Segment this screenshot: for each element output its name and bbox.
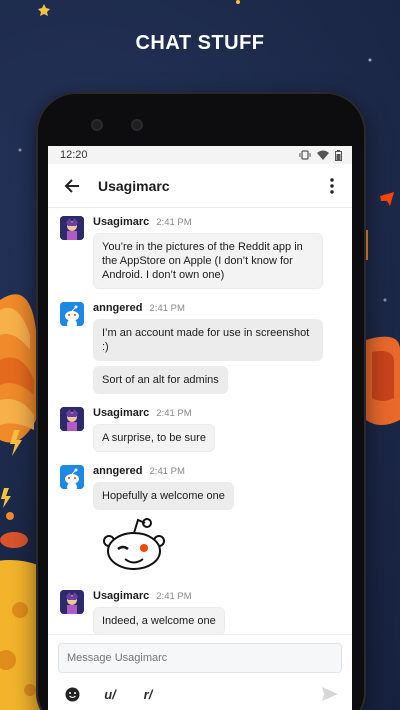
status-icons bbox=[299, 149, 342, 161]
back-arrow-icon bbox=[64, 178, 79, 193]
vibrate-icon bbox=[299, 150, 311, 160]
wifi-icon bbox=[317, 150, 329, 160]
front-camera-icon bbox=[91, 119, 103, 131]
message-list: Usagimarc 2:41 PM You’re in the pictures… bbox=[48, 208, 352, 640]
message-input[interactable] bbox=[58, 643, 342, 673]
message-author[interactable]: Usagimarc bbox=[93, 590, 149, 602]
emoji-icon bbox=[65, 687, 79, 701]
message-bubble: A surprise, to be sure bbox=[93, 424, 215, 452]
usagimarc-avatar-icon bbox=[60, 590, 84, 614]
avatar[interactable] bbox=[60, 302, 84, 326]
status-bar: 12:20 bbox=[48, 146, 352, 164]
message-group: Usagimarc 2:41 PM A surprise, to be sure bbox=[60, 407, 340, 457]
message-time: 2:41 PM bbox=[156, 217, 192, 228]
message-author[interactable]: Usagimarc bbox=[93, 407, 149, 419]
snoo-wink-sticker-icon bbox=[103, 518, 165, 570]
message-author[interactable]: anngered bbox=[93, 465, 143, 477]
message-author[interactable]: Usagimarc bbox=[93, 216, 149, 228]
message-composer: u/ r/ bbox=[48, 634, 352, 710]
subreddit-mention-button[interactable]: r/ bbox=[134, 683, 162, 705]
chat-title: Usagimarc bbox=[98, 177, 170, 194]
promo-headline: CHAT STUFF bbox=[135, 32, 265, 54]
battery-icon bbox=[335, 149, 342, 161]
more-vert-icon bbox=[330, 177, 334, 194]
usagimarc-avatar-icon bbox=[60, 407, 84, 431]
message-author[interactable]: anngered bbox=[93, 302, 143, 314]
more-options-button[interactable] bbox=[322, 174, 342, 198]
status-time: 12:20 bbox=[60, 149, 88, 161]
user-mention-button[interactable]: u/ bbox=[96, 683, 124, 705]
emoji-button[interactable] bbox=[58, 683, 86, 705]
snoo-avatar-icon bbox=[60, 465, 84, 489]
snoo-avatar-icon bbox=[60, 302, 84, 326]
message-time: 2:41 PM bbox=[156, 408, 192, 419]
message-bubble: Indeed, a welcome one bbox=[93, 607, 225, 635]
message-group: Usagimarc 2:41 PM You’re in the pictures… bbox=[60, 216, 340, 294]
message-bubble: I’m an account made for use in screensho… bbox=[93, 319, 323, 361]
message-bubble: Sort of an alt for admins bbox=[93, 366, 228, 394]
back-button[interactable] bbox=[60, 174, 84, 198]
app-bar: Usagimarc bbox=[48, 164, 352, 208]
message-group: Usagimarc 2:41 PM Indeed, a welcome one bbox=[60, 590, 340, 640]
message-bubble: Hopefully a welcome one bbox=[93, 482, 234, 510]
snoo-sticker bbox=[93, 517, 340, 582]
send-icon bbox=[322, 687, 338, 701]
phone-screen: 12:20 Usagimarc Usagimarc 2:41 PM You’re… bbox=[48, 146, 352, 710]
message-time: 2:41 PM bbox=[156, 591, 192, 602]
usagimarc-avatar-icon bbox=[60, 216, 84, 240]
message-group: anngered 2:41 PM I’m an account made for… bbox=[60, 302, 340, 399]
message-time: 2:41 PM bbox=[149, 303, 185, 314]
composer-toolbar: u/ r/ bbox=[58, 683, 342, 705]
avatar[interactable] bbox=[60, 590, 84, 614]
sensor-icon bbox=[131, 119, 143, 131]
avatar[interactable] bbox=[60, 465, 84, 489]
send-button[interactable] bbox=[318, 683, 342, 705]
message-time: 2:41 PM bbox=[149, 466, 185, 477]
message-bubble: You’re in the pictures of the Reddit app… bbox=[93, 233, 323, 289]
avatar[interactable] bbox=[60, 216, 84, 240]
avatar[interactable] bbox=[60, 407, 84, 431]
message-group: anngered 2:41 PM Hopefully a welcome one bbox=[60, 465, 340, 582]
